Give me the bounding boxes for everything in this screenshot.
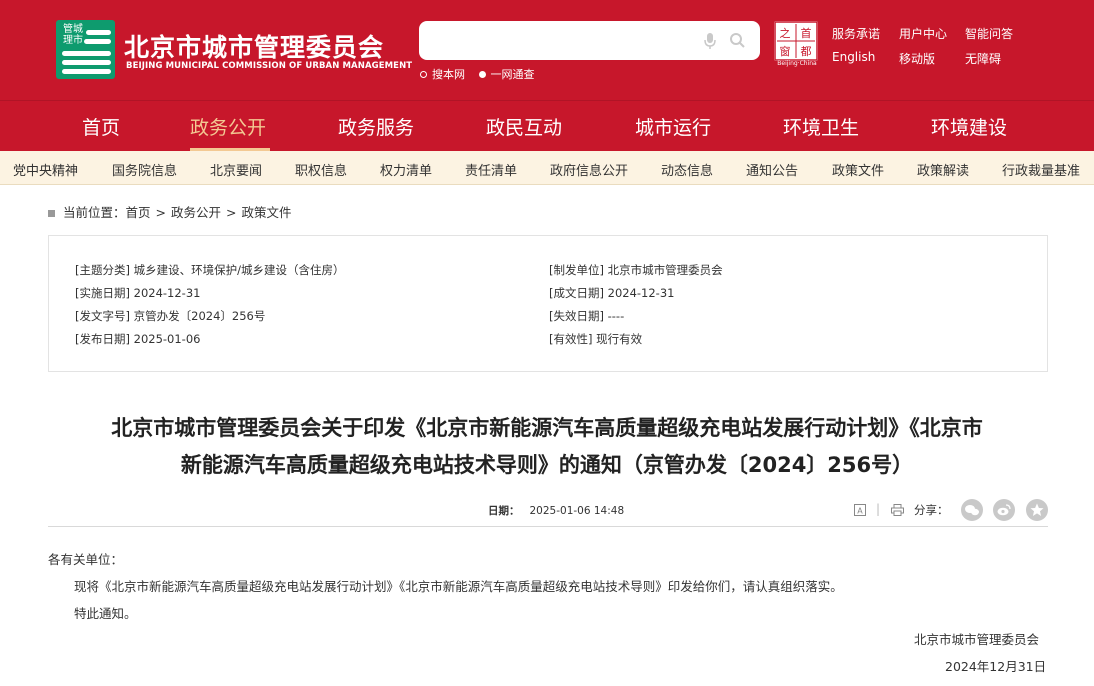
nav-sanitation[interactable]: 环境卫生	[783, 113, 859, 140]
font-size-icon[interactable]: A	[854, 504, 866, 516]
nav-gov-affairs-open[interactable]: 政务公开	[190, 113, 266, 140]
meta-doc-no: [发文字号] 京管办发〔2024〕256号	[75, 309, 266, 323]
capital-seal-logo[interactable]: 之 首 窗 都	[774, 21, 818, 61]
subnav-item[interactable]: 责任清单	[465, 160, 517, 179]
publish-date: 日期： 2025-01-06 14:48	[488, 503, 624, 518]
svg-text:窗: 窗	[780, 44, 791, 58]
favorite-icon[interactable]	[1026, 499, 1048, 521]
link-service-promise[interactable]: 服务承诺	[832, 25, 880, 42]
svg-text:首: 首	[801, 26, 812, 40]
subnav-item[interactable]: 政府信息公开	[550, 160, 628, 179]
article-title: 北京市城市管理委员会关于印发《北京市新能源汽车高质量超级充电站发展行动计划》《北…	[48, 410, 1046, 484]
search-icon[interactable]	[729, 32, 746, 49]
nav-env-construction[interactable]: 环境建设	[931, 113, 1007, 140]
nav-gov-services[interactable]: 政务服务	[338, 113, 414, 140]
svg-text:都: 都	[801, 45, 812, 58]
subnav-item[interactable]: 政策解读	[917, 160, 969, 179]
nav-interaction[interactable]: 政民互动	[486, 113, 562, 140]
breadcrumb-marker-icon	[48, 210, 55, 217]
subnav-item[interactable]: 职权信息	[295, 160, 347, 179]
body-paragraph-1: 现将《北京市新能源汽车高质量超级充电站发展行动计划》《北京市新能源汽车高质量超级…	[74, 579, 843, 594]
logo-text: 管城理市	[63, 24, 83, 46]
svg-text:之: 之	[780, 26, 791, 40]
subnav-item[interactable]: 权力清单	[380, 160, 432, 179]
subnav-item[interactable]: 北京要闻	[210, 160, 262, 179]
meta-pub-date: [发布日期] 2025-01-06	[75, 332, 201, 346]
subnav-item[interactable]: 通知公告	[746, 160, 798, 179]
nav-home[interactable]: 首页	[82, 113, 120, 140]
date-label: 日期：	[488, 505, 520, 517]
wechat-icon[interactable]	[961, 499, 983, 521]
mic-icon[interactable]	[703, 32, 717, 50]
print-icon[interactable]	[891, 504, 904, 516]
nav-city-operation[interactable]: 城市运行	[635, 113, 711, 140]
subnav-item[interactable]: 行政裁量基准	[1002, 160, 1080, 179]
meta-write-date: [成文日期] 2024-12-31	[549, 286, 675, 300]
main-nav: 首页 政务公开 政务服务 政民互动 城市运行 环境卫生 环境建设	[0, 100, 1094, 151]
sub-nav: 党中央精神 国务院信息 北京要闻 职权信息 权力清单 责任清单 政府信息公开 动…	[0, 151, 1094, 185]
subnav-item[interactable]: 国务院信息	[112, 160, 177, 179]
signature: 北京市城市管理委员会	[914, 632, 1040, 647]
tools-divider: |	[876, 502, 881, 516]
search-scope: 搜本网 一网通查	[420, 66, 545, 82]
meta-impl-date: [实施日期] 2024-12-31	[75, 286, 201, 300]
subnav-item[interactable]: 政策文件	[832, 160, 884, 179]
link-user-center[interactable]: 用户中心	[899, 25, 947, 42]
site-subtitle: BEIJING MUNICIPAL COMMISSION OF URBAN MA…	[126, 61, 413, 71]
breadcrumb-label: 当前位置：	[63, 205, 126, 220]
seal-caption: Beijing·China	[777, 60, 817, 67]
site-title: 北京市城市管理委员会	[124, 33, 385, 62]
breadcrumb: 当前位置：首页 > 政务公开 > 政策文件	[48, 202, 292, 221]
sign-date: 2024年12月31日	[945, 659, 1047, 674]
link-accessibility[interactable]: 无障碍	[965, 50, 1001, 67]
meta-theme: [主题分类] 城乡建设、环境保护/城乡建设（含住房）	[75, 263, 345, 277]
search-box	[419, 21, 760, 60]
meta-expire-date: [失效日期] ----	[549, 309, 625, 323]
scope-all-label: 一网通查	[490, 68, 535, 81]
title-divider	[48, 526, 1048, 527]
scope-all-radio[interactable]: 一网通查	[478, 66, 535, 82]
meta-issuer: [制发单位] 北京市城市管理委员会	[549, 263, 723, 277]
weibo-icon[interactable]	[993, 499, 1015, 521]
article-title-line2: 新能源汽车高质量超级充电站技术导则》的通知（京管办发〔2024〕256号）	[180, 453, 914, 477]
link-english[interactable]: English	[832, 50, 875, 64]
breadcrumb-gov-open[interactable]: 政务公开	[171, 205, 221, 220]
meta-validity: [有效性] 现行有效	[549, 332, 643, 346]
link-smart-qa[interactable]: 智能问答	[965, 25, 1013, 42]
scope-site-label: 搜本网	[432, 68, 465, 81]
link-mobile[interactable]: 移动版	[899, 50, 935, 67]
search-input[interactable]	[431, 30, 691, 52]
share-label: 分享：	[914, 503, 949, 517]
header: 管城理市 北京市城市管理委员会 BEIJING MUNICIPAL COMMIS…	[0, 0, 1094, 100]
breadcrumb-home[interactable]: 首页	[126, 205, 151, 220]
subnav-item[interactable]: 党中央精神	[13, 160, 78, 179]
document-metadata: [主题分类] 城乡建设、环境保护/城乡建设（含住房） [制发单位] 北京市城市管…	[48, 235, 1048, 372]
date-value: 2025-01-06 14:48	[529, 505, 625, 517]
subnav-item[interactable]: 动态信息	[661, 160, 713, 179]
svg-text:A: A	[857, 507, 863, 516]
body-paragraph-2: 特此通知。	[74, 606, 137, 621]
salutation: 各有关单位：	[48, 552, 124, 567]
site-logo[interactable]: 管城理市	[56, 20, 115, 79]
article-title-line1: 北京市城市管理委员会关于印发《北京市新能源汽车高质量超级充电站发展行动计划》《北…	[111, 416, 983, 440]
scope-site-radio[interactable]: 搜本网	[420, 66, 465, 82]
breadcrumb-policy-docs[interactable]: 政策文件	[242, 205, 292, 220]
